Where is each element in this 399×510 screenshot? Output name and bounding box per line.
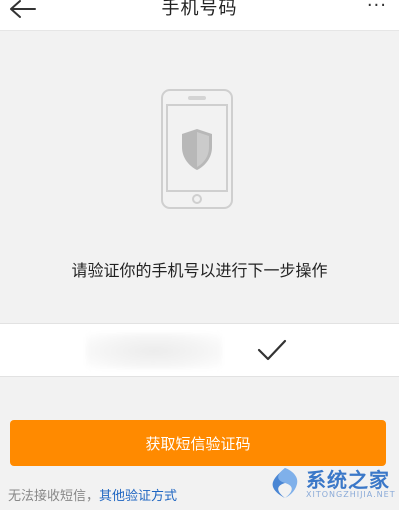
more-icon[interactable]: ··· [367,0,387,16]
cannot-receive-sms-text: 无法接收短信， [8,489,100,504]
verification-prompt: 请验证你的手机号以进行下一步操作 [71,261,328,280]
phone-number-field[interactable] [86,333,222,369]
phone-input-row [0,323,399,377]
footer-line: 无法接收短信，其他验证方式 [8,485,177,504]
watermark-text: 系统之家 [306,468,390,492]
checkmark-icon [257,339,287,361]
get-sms-code-button[interactable]: 获取短信验证码 [10,420,386,466]
other-verification-link[interactable]: 其他验证方式 [99,489,177,504]
watermark: 系统之家 XITONGZHIJIA.NET [268,462,396,506]
watermark-logo-icon [272,468,298,498]
page-title: 手机号码 [161,0,238,19]
top-bar: 手机号码 ··· [0,0,399,31]
phone-shield-icon [161,89,233,209]
watermark-domain: XITONGZHIJIA.NET [306,490,396,499]
